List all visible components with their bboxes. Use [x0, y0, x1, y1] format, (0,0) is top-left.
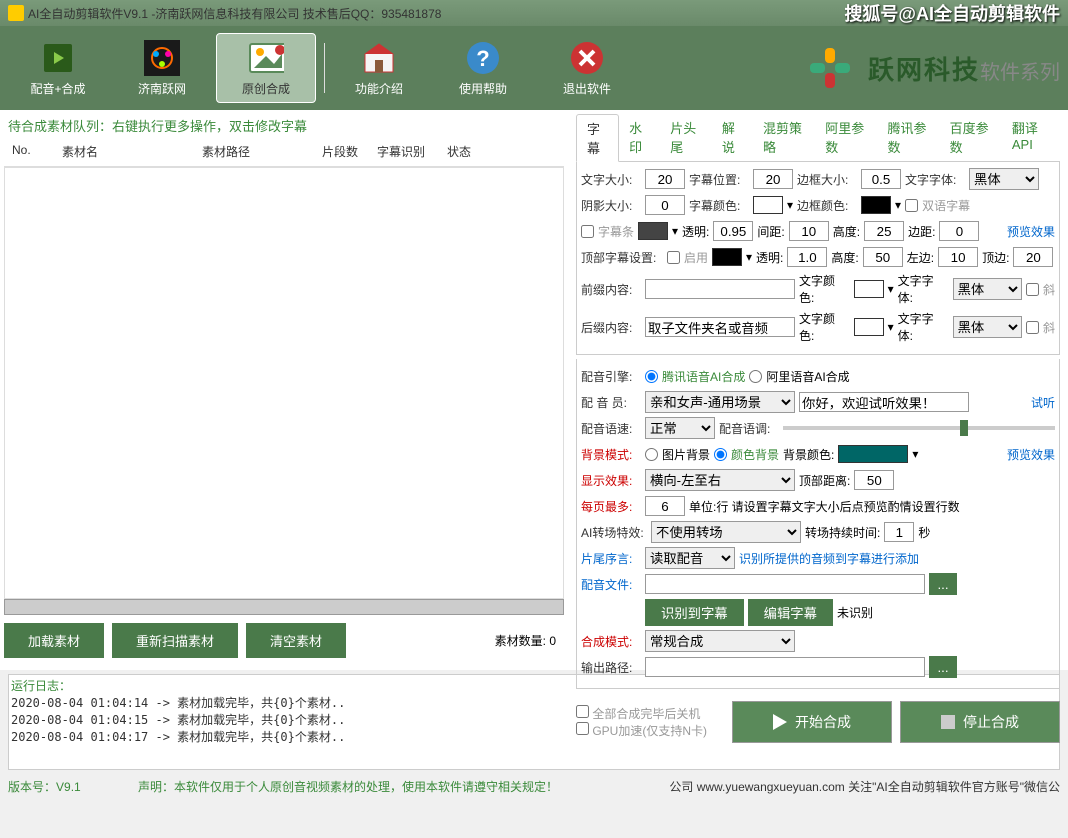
tab-tencent-params[interactable]: 腾讯参数: [877, 114, 939, 161]
subtitle-section: 文字大小: 字幕位置: 边框大小: 文字字体:黑体 阴影大小: 字幕颜色:▾ 边…: [576, 162, 1060, 355]
gap-input[interactable]: [789, 221, 829, 241]
queue-hint: 待合成素材队列：右键执行更多操作，双击修改字幕: [4, 114, 564, 137]
bg-color-picker[interactable]: [838, 445, 908, 463]
sub-bar-checkbox[interactable]: [581, 225, 594, 238]
material-count: 素材数量: 0: [495, 632, 556, 649]
brand-area: 跃网科技软件系列: [800, 38, 1060, 98]
top-enable-checkbox[interactable]: [667, 251, 680, 264]
speed-select[interactable]: 正常: [645, 417, 715, 439]
shutdown-checkbox[interactable]: [576, 705, 589, 718]
tab-narration[interactable]: 解说: [712, 114, 753, 161]
tab-head-tail[interactable]: 片头尾: [660, 114, 712, 161]
toolbar-original[interactable]: 原创合成: [216, 33, 316, 103]
suffix-font[interactable]: 黑体: [953, 316, 1022, 338]
greeting-input[interactable]: [799, 392, 969, 412]
toolbar-features[interactable]: 功能介绍: [329, 33, 429, 103]
app-icon: [8, 5, 24, 21]
recognize-button[interactable]: 识别到字幕: [645, 599, 744, 626]
tab-mix-strategy[interactable]: 混剪策略: [753, 114, 815, 161]
margin-input[interactable]: [939, 221, 979, 241]
bg-img-radio[interactable]: [645, 448, 658, 461]
browse-dub-button[interactable]: ...: [929, 573, 957, 595]
table-header: No. 素材名 素材路径 片段数 字幕识别 状态: [4, 137, 564, 167]
bilingual-checkbox[interactable]: [905, 199, 918, 212]
voice-section: 配音引擎: 腾讯语音AI合成 阿里语音AI合成 配 音 员: 亲和女声-通用场景…: [576, 359, 1060, 689]
prefix-font[interactable]: 黑体: [953, 278, 1022, 300]
engine-tencent-radio[interactable]: [645, 370, 658, 383]
toolbar-dub-compose[interactable]: 配音+合成: [8, 33, 108, 103]
suffix-italic[interactable]: [1026, 321, 1039, 334]
shadow-input[interactable]: [645, 195, 685, 215]
settings-tabs: 字幕 水印 片头尾 解说 混剪策略 阿里参数 腾讯参数 百度参数 翻译API: [576, 114, 1060, 162]
toolbar-help[interactable]: ?使用帮助: [433, 33, 533, 103]
suffix-color[interactable]: [854, 318, 884, 336]
top-color[interactable]: [712, 248, 742, 266]
suffix-input[interactable]: [645, 317, 795, 337]
mode-select[interactable]: 常规合成: [645, 630, 795, 652]
top-dist-input[interactable]: [854, 470, 894, 490]
prefix-italic[interactable]: [1026, 283, 1039, 296]
font-size-input[interactable]: [645, 169, 685, 189]
prefix-color[interactable]: [854, 280, 884, 298]
maxline-input[interactable]: [645, 496, 685, 516]
settings-panel: 字幕 水印 片头尾 解说 混剪策略 阿里参数 腾讯参数 百度参数 翻译API 文…: [568, 110, 1068, 670]
top-height-input[interactable]: [863, 247, 903, 267]
clear-material-button[interactable]: 清空素材: [246, 623, 346, 658]
tab-subtitle[interactable]: 字幕: [576, 114, 619, 162]
border-size-input[interactable]: [861, 169, 901, 189]
trans-dur-input[interactable]: [884, 522, 914, 542]
sub-bar-color[interactable]: [638, 222, 668, 240]
tab-translate-api[interactable]: 翻译API: [1002, 114, 1060, 161]
bg-color-radio[interactable]: [714, 448, 727, 461]
main-toolbar: 配音+合成 济南跃网 原创合成 功能介绍 ?使用帮助 退出软件 跃网科技软件系列: [0, 26, 1068, 110]
play-icon: [773, 714, 787, 730]
preview-link-2[interactable]: 预览效果: [1007, 446, 1055, 463]
stop-icon: [941, 715, 955, 729]
load-material-button[interactable]: 加载素材: [4, 623, 104, 658]
top-left-input[interactable]: [938, 247, 978, 267]
transition-select[interactable]: 不使用转场: [651, 521, 801, 543]
display-select[interactable]: 横向-左至右: [645, 469, 795, 491]
border-color-picker[interactable]: [861, 196, 891, 214]
material-table[interactable]: [4, 167, 564, 599]
trans-input[interactable]: [713, 221, 753, 241]
preview-link[interactable]: 预览效果: [1007, 223, 1055, 240]
tone-slider[interactable]: [783, 426, 1055, 430]
prefix-input[interactable]: [645, 279, 795, 299]
tab-watermark[interactable]: 水印: [619, 114, 660, 161]
window-title: AI全自动剪辑软件V9.1 -济南跃网信息科技有限公司 技术售后QQ：93548…: [8, 5, 441, 22]
brand-logo: [800, 38, 860, 98]
status-bar: 版本号：V9.1 声明：本软件仅用于个人原创音视频素材的处理，使用本软件请遵守相…: [0, 774, 1068, 799]
start-compose-button[interactable]: 开始合成: [732, 701, 892, 743]
voice-member-select[interactable]: 亲和女声-通用场景: [645, 391, 795, 413]
window-subtitle: 搜狐号@AI全自动剪辑软件: [844, 0, 1060, 26]
tab-baidu-params[interactable]: 百度参数: [940, 114, 1002, 161]
h-scrollbar[interactable]: [4, 599, 564, 615]
material-panel: 待合成素材队列：右键执行更多操作，双击修改字幕 No. 素材名 素材路径 片段数…: [0, 110, 568, 670]
top-top-input[interactable]: [1013, 247, 1053, 267]
test-listen-link[interactable]: 试听: [1031, 394, 1055, 411]
sub-pos-input[interactable]: [753, 169, 793, 189]
stop-compose-button[interactable]: 停止合成: [900, 701, 1060, 743]
font-select[interactable]: 黑体: [969, 168, 1039, 190]
tail-select[interactable]: 读取配音: [645, 547, 735, 569]
sub-color-picker[interactable]: [753, 196, 783, 214]
svg-text:?: ?: [476, 46, 489, 71]
dub-file-input[interactable]: [645, 574, 925, 594]
height-input[interactable]: [864, 221, 904, 241]
title-bar: AI全自动剪辑软件V9.1 -济南跃网信息科技有限公司 技术售后QQ：93548…: [0, 0, 1068, 26]
toolbar-company[interactable]: 济南跃网: [112, 33, 212, 103]
output-path-input[interactable]: [645, 657, 925, 677]
gpu-checkbox[interactable]: [576, 722, 589, 735]
rescan-material-button[interactable]: 重新扫描素材: [112, 623, 238, 658]
edit-sub-button[interactable]: 编辑字幕: [748, 599, 833, 626]
toolbar-exit[interactable]: 退出软件: [537, 33, 637, 103]
tab-ali-params[interactable]: 阿里参数: [815, 114, 877, 161]
engine-ali-radio[interactable]: [749, 370, 762, 383]
top-trans-input[interactable]: [787, 247, 827, 267]
browse-output-button[interactable]: ...: [929, 656, 957, 678]
